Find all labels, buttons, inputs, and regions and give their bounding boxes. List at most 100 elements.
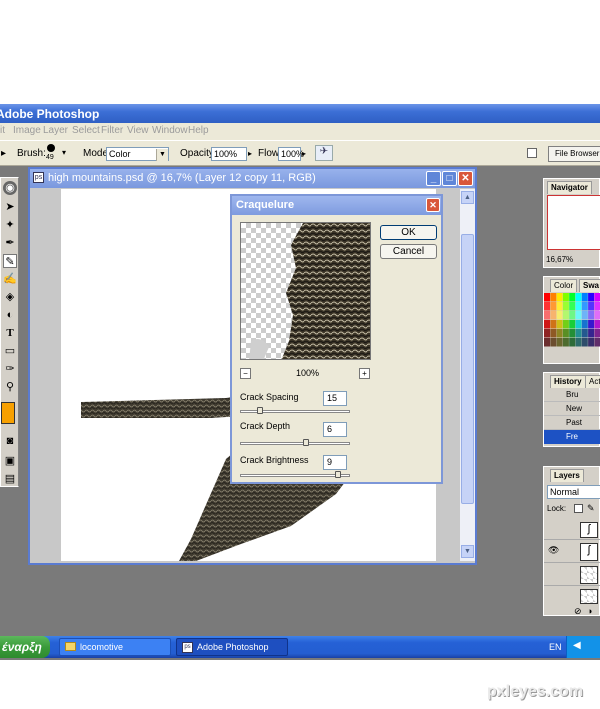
zoom-in-button[interactable]: + (359, 368, 370, 379)
color-swatch[interactable] (569, 329, 576, 338)
type-tool-icon[interactable]: T (3, 326, 17, 340)
menu-image[interactable]: Image (13, 125, 41, 136)
crack-spacing-input[interactable]: 15 (323, 391, 347, 406)
color-swatch[interactable] (569, 293, 576, 302)
color-swatch[interactable] (588, 302, 595, 311)
tray-icon[interactable]: ◀ (573, 640, 581, 651)
zoom-out-button[interactable]: − (240, 368, 251, 379)
color-swatch[interactable] (575, 329, 582, 338)
color-swatch[interactable] (550, 329, 557, 338)
crack-depth-thumb[interactable] (303, 439, 310, 446)
language-indicator[interactable]: EN (549, 642, 562, 652)
color-swatch[interactable] (575, 311, 582, 320)
tab-layers[interactable]: Layers (550, 469, 584, 482)
color-swatch[interactable] (581, 302, 588, 311)
crack-depth-input[interactable]: 6 (323, 422, 347, 437)
cancel-button[interactable]: Cancel (380, 244, 437, 259)
history-item[interactable]: Past (544, 416, 600, 430)
color-swatch[interactable] (562, 338, 569, 347)
color-swatch[interactable] (556, 302, 563, 311)
color-swatch[interactable] (581, 338, 588, 347)
flow-field[interactable]: 100% (278, 147, 304, 161)
color-swatch[interactable] (575, 293, 582, 302)
eye-icon[interactable]: ◉ (3, 181, 17, 195)
color-swatch[interactable] (581, 329, 588, 338)
color-swatch[interactable] (569, 302, 576, 311)
color-swatch[interactable] (588, 329, 595, 338)
move-tool-icon[interactable]: ➤ (3, 200, 17, 214)
eyedropper-icon[interactable]: ✒ (3, 236, 17, 250)
menu-help[interactable]: Help (188, 125, 209, 136)
color-swatch[interactable] (594, 311, 600, 320)
color-swatch[interactable] (544, 320, 550, 329)
color-swatch[interactable] (556, 329, 563, 338)
history-brush-icon[interactable]: ✍ (3, 272, 17, 286)
tab-color[interactable]: Color (550, 279, 578, 292)
palette-well-icon[interactable] (527, 148, 537, 158)
layer-row[interactable] (544, 587, 600, 605)
burn-tool-icon[interactable]: ◐ (3, 308, 17, 322)
color-swatch[interactable] (581, 311, 588, 320)
color-swatch[interactable] (562, 302, 569, 311)
navigator-thumbnail[interactable] (547, 195, 600, 250)
brush-preview-icon[interactable] (47, 144, 55, 152)
magic-wand-icon[interactable]: ✦ (3, 218, 17, 232)
color-swatch[interactable] (556, 320, 563, 329)
dialog-titlebar[interactable]: Craquelure ✕ (232, 196, 441, 215)
crack-brightness-input[interactable]: 9 (323, 455, 347, 470)
scroll-up-icon[interactable]: ▲ (461, 191, 474, 204)
jump-to-app-icon[interactable]: ▤ (3, 472, 17, 486)
dialog-close-icon[interactable]: ✕ (426, 198, 440, 212)
new-layer-icon[interactable]: ◑ (587, 606, 592, 616)
minimize-icon[interactable]: _ (426, 171, 441, 186)
color-swatch[interactable] (556, 338, 563, 347)
opacity-field[interactable]: 100% (211, 147, 247, 161)
lock-transparency-icon[interactable] (574, 504, 583, 513)
color-swatch[interactable] (550, 302, 557, 311)
color-swatch[interactable] (588, 338, 595, 347)
color-swatch[interactable] (575, 320, 582, 329)
color-swatch[interactable] (594, 329, 600, 338)
tab-swatches[interactable]: Swa (579, 279, 600, 292)
color-swatch[interactable] (569, 338, 576, 347)
screen-mode-icon[interactable]: ▣ (3, 454, 17, 468)
eye-visibility-icon[interactable]: 👁 (548, 545, 559, 556)
color-swatch[interactable] (562, 329, 569, 338)
color-swatch[interactable] (556, 293, 563, 302)
menu-window[interactable]: Window (152, 125, 188, 136)
tab-history[interactable]: History (550, 375, 586, 388)
color-swatch[interactable] (569, 311, 576, 320)
crack-depth-slider[interactable] (240, 439, 350, 446)
color-swatch[interactable] (550, 320, 557, 329)
color-swatch[interactable] (588, 293, 595, 302)
close-icon[interactable]: ✕ (458, 171, 473, 186)
layer-row[interactable]: ʃ (544, 520, 600, 540)
file-browser-button[interactable]: File Browser (548, 146, 600, 162)
maximize-icon[interactable]: □ (442, 171, 457, 186)
shape-tool-icon[interactable]: ▭ (3, 344, 17, 358)
color-swatch[interactable] (569, 320, 576, 329)
color-swatch[interactable] (594, 338, 600, 347)
scroll-down-icon[interactable]: ▼ (461, 545, 474, 558)
scroll-thumb[interactable] (461, 234, 474, 504)
color-swatch[interactable] (575, 338, 582, 347)
layer-row[interactable] (544, 564, 600, 586)
airbrush-icon[interactable]: ✈ (315, 145, 333, 161)
blend-mode-select[interactable]: Normal (547, 485, 600, 499)
menu-select[interactable]: Select (72, 125, 100, 136)
tab-actions[interactable]: Act (585, 375, 600, 388)
brush-tool-icon[interactable]: ✎ (3, 254, 17, 268)
notes-icon[interactable]: ✑ (3, 362, 17, 376)
color-swatch[interactable] (544, 311, 550, 320)
layer-style-icon[interactable]: ⊘ (574, 606, 582, 617)
filter-preview[interactable] (240, 222, 371, 360)
flow-arrow-icon[interactable]: ▸ (302, 149, 306, 158)
crack-brightness-slider[interactable] (240, 471, 350, 478)
tab-navigator[interactable]: Navigator (547, 181, 592, 194)
color-swatch[interactable] (544, 329, 550, 338)
color-swatch[interactable] (575, 302, 582, 311)
crack-spacing-slider[interactable] (240, 407, 350, 414)
color-swatch[interactable] (594, 293, 600, 302)
document-titlebar[interactable]: ps high mountains.psd @ 16,7% (Layer 12 … (30, 169, 475, 188)
color-swatch[interactable] (562, 293, 569, 302)
